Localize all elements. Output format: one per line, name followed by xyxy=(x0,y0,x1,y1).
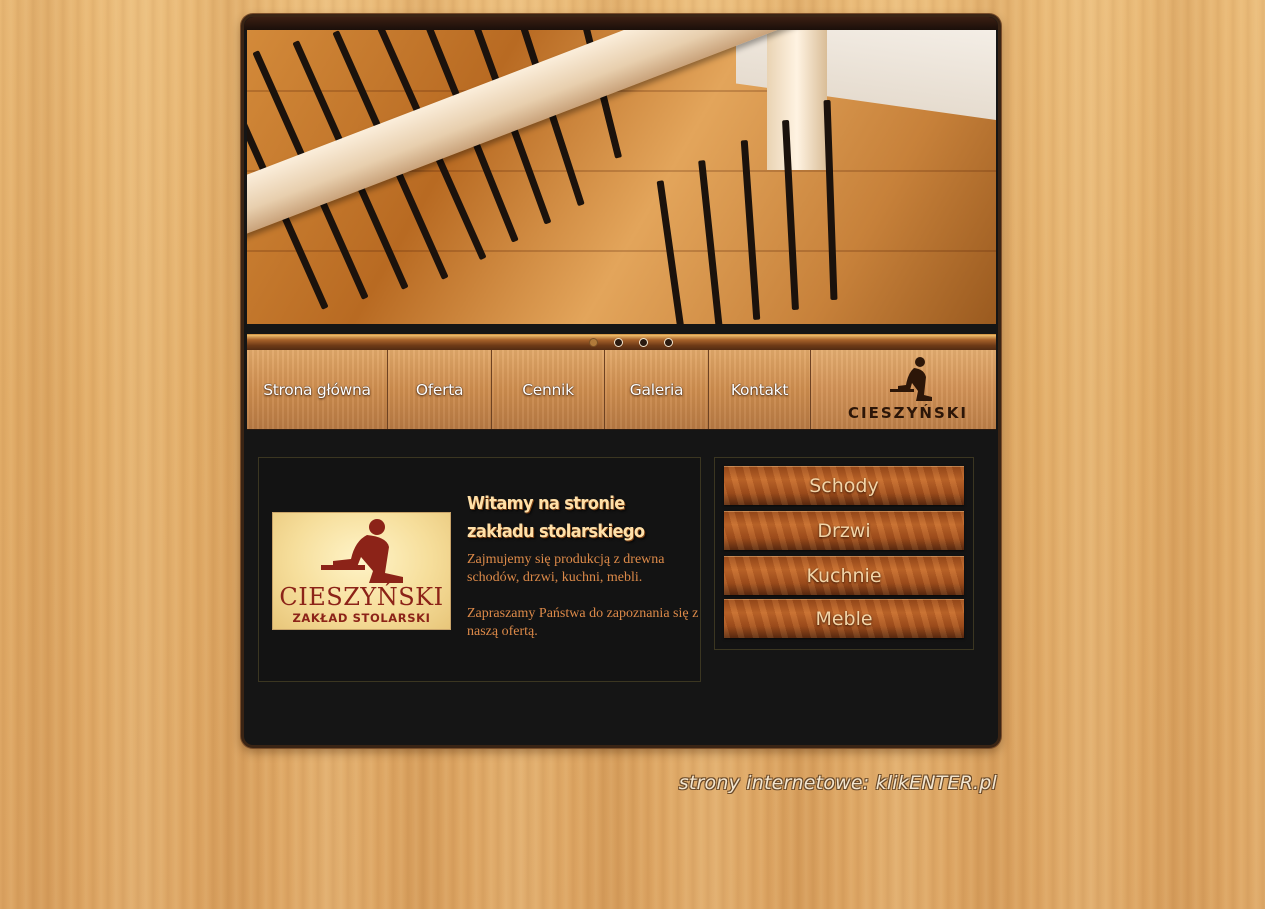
nav-item-label: Oferta xyxy=(415,380,464,399)
logo-company-name: CIESZYŃSKI xyxy=(279,583,444,611)
hero-slider-image xyxy=(247,30,996,324)
nav-item-label: Galeria xyxy=(629,380,684,399)
category-button-furniture[interactable]: Meble xyxy=(724,599,964,638)
nav-item-pricing[interactable]: Cennik xyxy=(492,350,605,429)
category-label: Meble xyxy=(815,607,873,630)
carpenter-logo-icon xyxy=(321,519,403,583)
categories-panel: Schody Drzwi Kuchnie Meble xyxy=(714,457,974,650)
carpenter-silhouette-icon xyxy=(890,357,932,401)
logo-company-subtitle: ZAKŁAD STOLARSKI xyxy=(292,611,431,625)
nav-item-gallery[interactable]: Galeria xyxy=(605,350,709,429)
nav-item-contact[interactable]: Kontakt xyxy=(709,350,811,429)
slider-dot-3[interactable] xyxy=(639,338,648,347)
category-label: Drzwi xyxy=(817,519,871,542)
top-strip xyxy=(244,17,998,30)
welcome-heading: Witamy na stronie zakładu stolarskiego xyxy=(467,490,697,546)
slider-dot-4[interactable] xyxy=(664,338,673,347)
nav-item-label: Strona główna xyxy=(263,380,371,399)
welcome-paragraph-1: Zajmujemy się produkcją z drewna schodów… xyxy=(467,552,665,585)
nav-item-label: Cennik xyxy=(522,380,574,399)
company-logo: CIESZYŃSKI ZAKŁAD STOLARSKI xyxy=(272,512,451,630)
nav-brand-logo[interactable]: CIESZYŃSKI xyxy=(811,350,996,429)
footer-credit-link[interactable]: strony internetowe: klikENTER.pl xyxy=(679,772,997,794)
welcome-text: Zajmujemy się produkcją z drewna schodów… xyxy=(467,551,699,641)
category-button-doors[interactable]: Drzwi xyxy=(724,511,964,550)
nav-item-home[interactable]: Strona główna xyxy=(247,350,388,429)
nav-item-offer[interactable]: Oferta xyxy=(388,350,492,429)
welcome-heading-line1: Witamy na stronie xyxy=(467,493,625,514)
nav-brand-text: CIESZYŃSKI xyxy=(848,404,968,422)
welcome-paragraph-2: Zapraszamy Państwa do zapoznania się z n… xyxy=(467,606,699,639)
category-button-kitchens[interactable]: Kuchnie xyxy=(724,556,964,595)
category-label: Schody xyxy=(809,474,879,497)
category-label: Kuchnie xyxy=(806,564,882,587)
page-container: Strona główna Oferta Cennik Galeria Kont… xyxy=(241,14,1001,748)
nav-item-label: Kontakt xyxy=(730,380,789,399)
slider-dot-1[interactable] xyxy=(589,338,598,347)
main-navigation: Strona główna Oferta Cennik Galeria Kont… xyxy=(247,350,996,430)
welcome-heading-line2: zakładu stolarskiego xyxy=(467,521,645,542)
category-button-stairs[interactable]: Schody xyxy=(724,466,964,505)
slider-dot-2[interactable] xyxy=(614,338,623,347)
welcome-panel: CIESZYŃSKI ZAKŁAD STOLARSKI Witamy na st… xyxy=(258,457,701,682)
